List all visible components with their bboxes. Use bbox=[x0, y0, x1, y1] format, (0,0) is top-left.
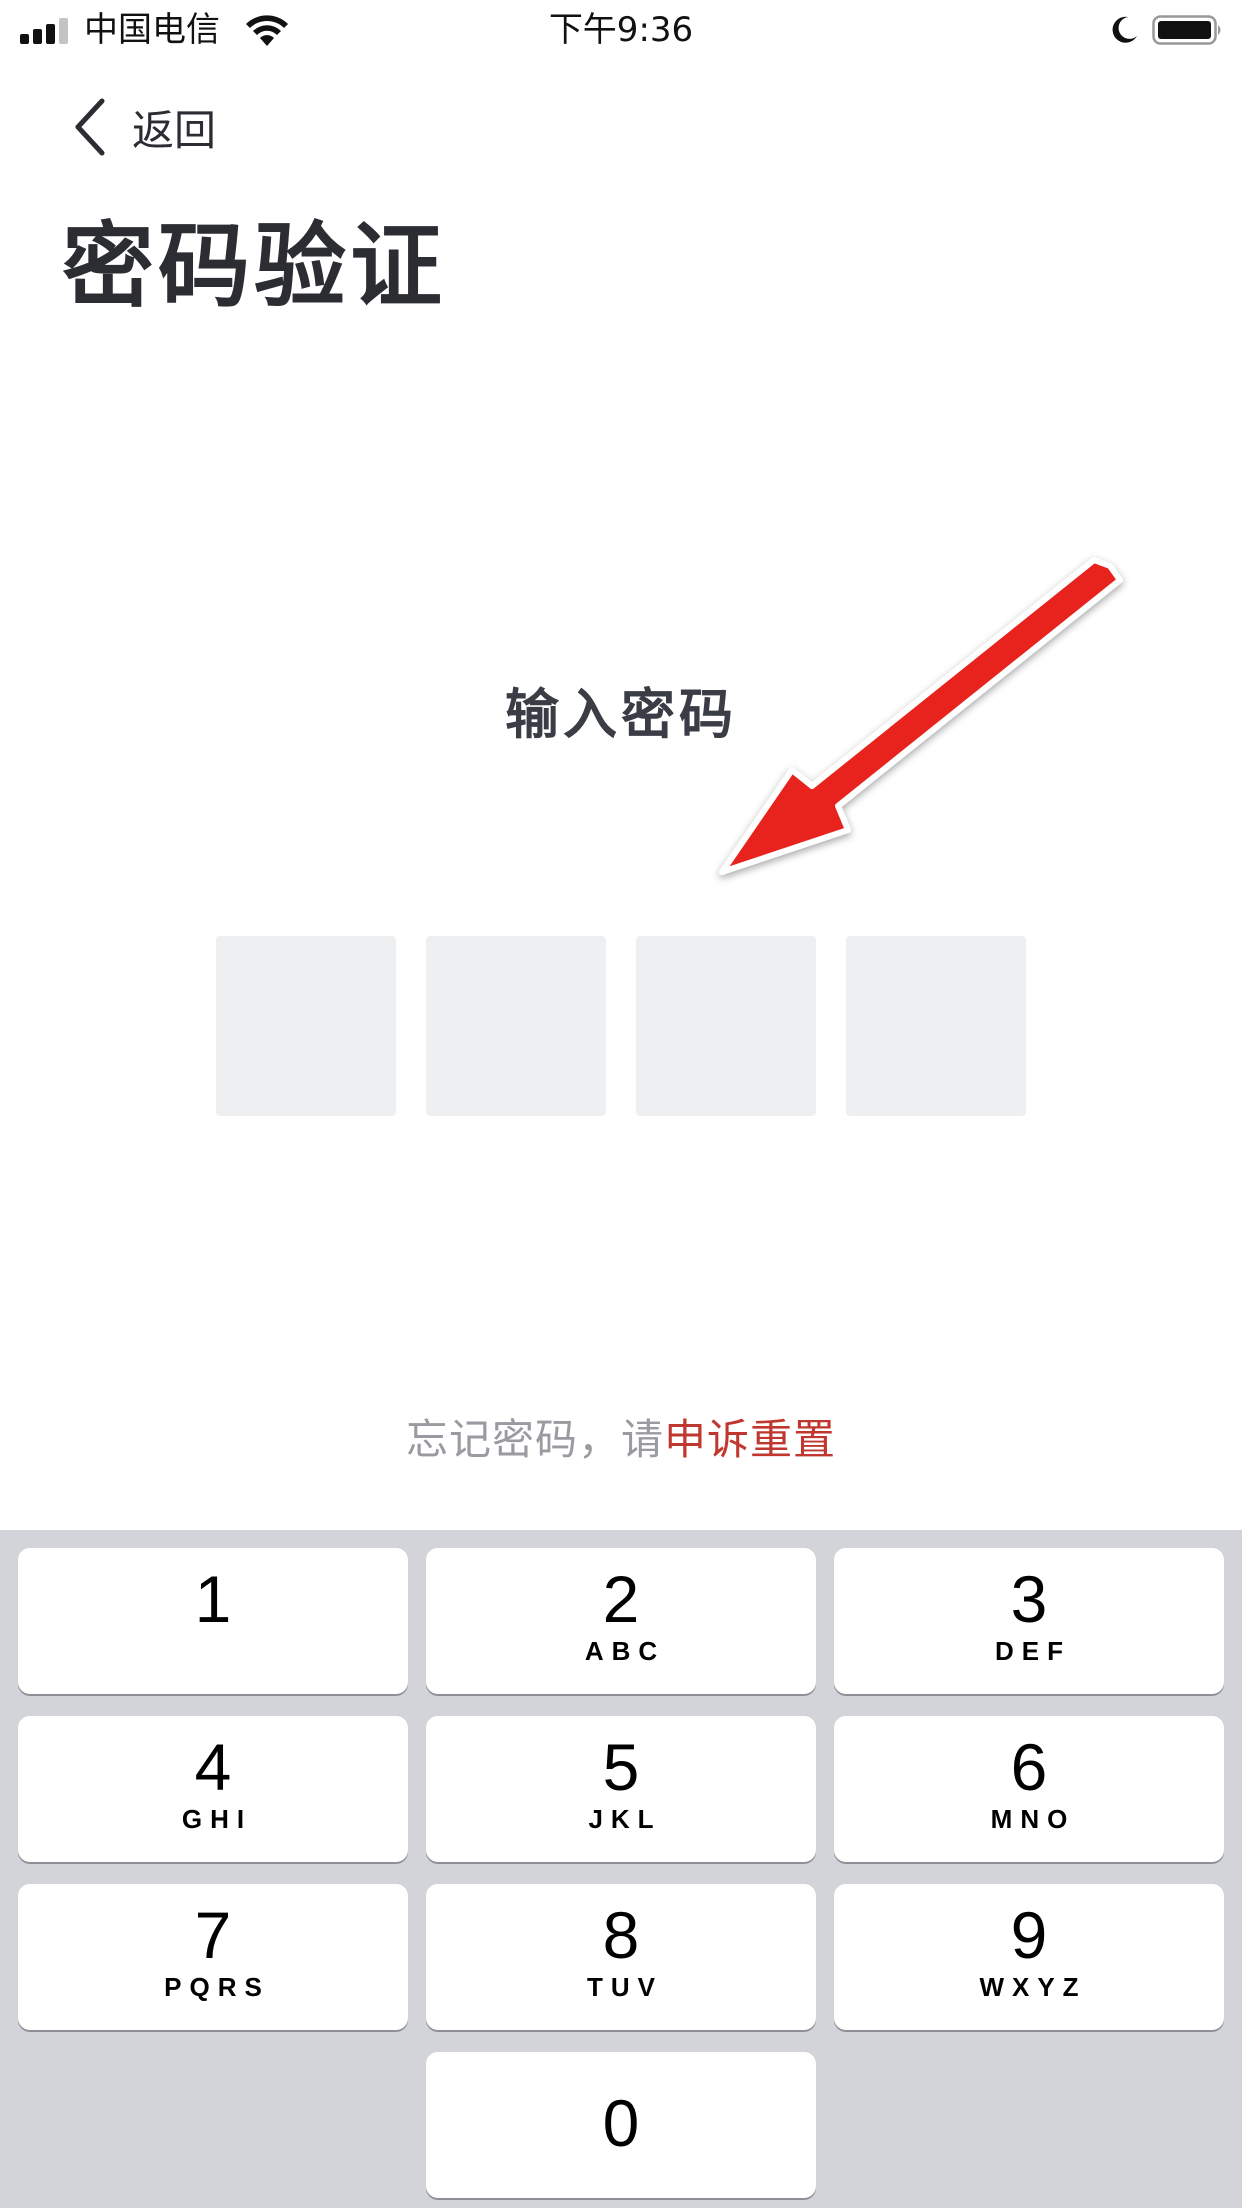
status-time: 下午9:36 bbox=[548, 10, 694, 50]
password-code-input[interactable] bbox=[216, 936, 1026, 1116]
key-digit: 6 bbox=[1010, 1730, 1048, 1804]
moon-icon bbox=[1112, 16, 1137, 43]
back-label: 返回 bbox=[132, 105, 217, 155]
code-box-4[interactable] bbox=[846, 936, 1026, 1116]
key-6[interactable]: 6 MNO bbox=[834, 1716, 1224, 1862]
key-letters: MNO bbox=[990, 1804, 1076, 1834]
key-letters: ABC bbox=[584, 1636, 666, 1666]
key-5[interactable]: 5 JKL bbox=[426, 1716, 816, 1862]
key-letters: PQRS bbox=[164, 1972, 270, 2002]
page-title: 密码验证 bbox=[62, 213, 447, 320]
back-button[interactable]: 返回 bbox=[70, 92, 216, 162]
key-digit: 2 bbox=[602, 1562, 640, 1636]
battery-icon bbox=[1152, 15, 1221, 45]
numeric-keypad: 1 2 ABC 3 DEF 4 GHI 5 JKL 6 MNO 7 PQRS 8… bbox=[0, 1530, 1242, 2208]
key-letters: JKL bbox=[588, 1804, 662, 1834]
chevron-left-icon bbox=[75, 98, 105, 156]
appeal-reset-link[interactable]: 申诉重置 bbox=[664, 1415, 836, 1464]
key-3[interactable]: 3 DEF bbox=[834, 1548, 1224, 1694]
key-digit: 0 bbox=[602, 2086, 640, 2160]
key-letters: GHI bbox=[181, 1804, 253, 1834]
key-digit: 1 bbox=[194, 1562, 232, 1636]
key-digit: 3 bbox=[1010, 1562, 1048, 1636]
code-box-1[interactable] bbox=[216, 936, 396, 1116]
forgot-password-row: 忘记密码，请申诉重置 bbox=[0, 1410, 1242, 1470]
code-box-2[interactable] bbox=[426, 936, 606, 1116]
key-letters: DEF bbox=[995, 1636, 1071, 1666]
key-digit: 4 bbox=[194, 1730, 232, 1804]
forgot-password-text: 忘记密码，请 bbox=[405, 1415, 664, 1464]
key-2[interactable]: 2 ABC bbox=[426, 1548, 816, 1694]
key-1[interactable]: 1 bbox=[18, 1548, 408, 1694]
code-box-3[interactable] bbox=[636, 936, 816, 1116]
key-0[interactable]: 0 bbox=[426, 2052, 816, 2198]
key-4[interactable]: 4 GHI bbox=[18, 1716, 408, 1862]
red-arrow-icon bbox=[719, 557, 1123, 875]
status-bar: 中国电信 下午9:36 bbox=[0, 0, 1242, 62]
key-digit: 5 bbox=[602, 1730, 640, 1804]
key-digit: 7 bbox=[194, 1898, 232, 1972]
key-letters: WXYZ bbox=[979, 1972, 1087, 2002]
key-digit: 8 bbox=[602, 1898, 640, 1972]
key-digit: 9 bbox=[1010, 1898, 1048, 1972]
key-9[interactable]: 9 WXYZ bbox=[834, 1884, 1224, 2030]
key-letters: TUV bbox=[587, 1972, 663, 2002]
key-7[interactable]: 7 PQRS bbox=[18, 1884, 408, 2030]
key-8[interactable]: 8 TUV bbox=[426, 1884, 816, 2030]
